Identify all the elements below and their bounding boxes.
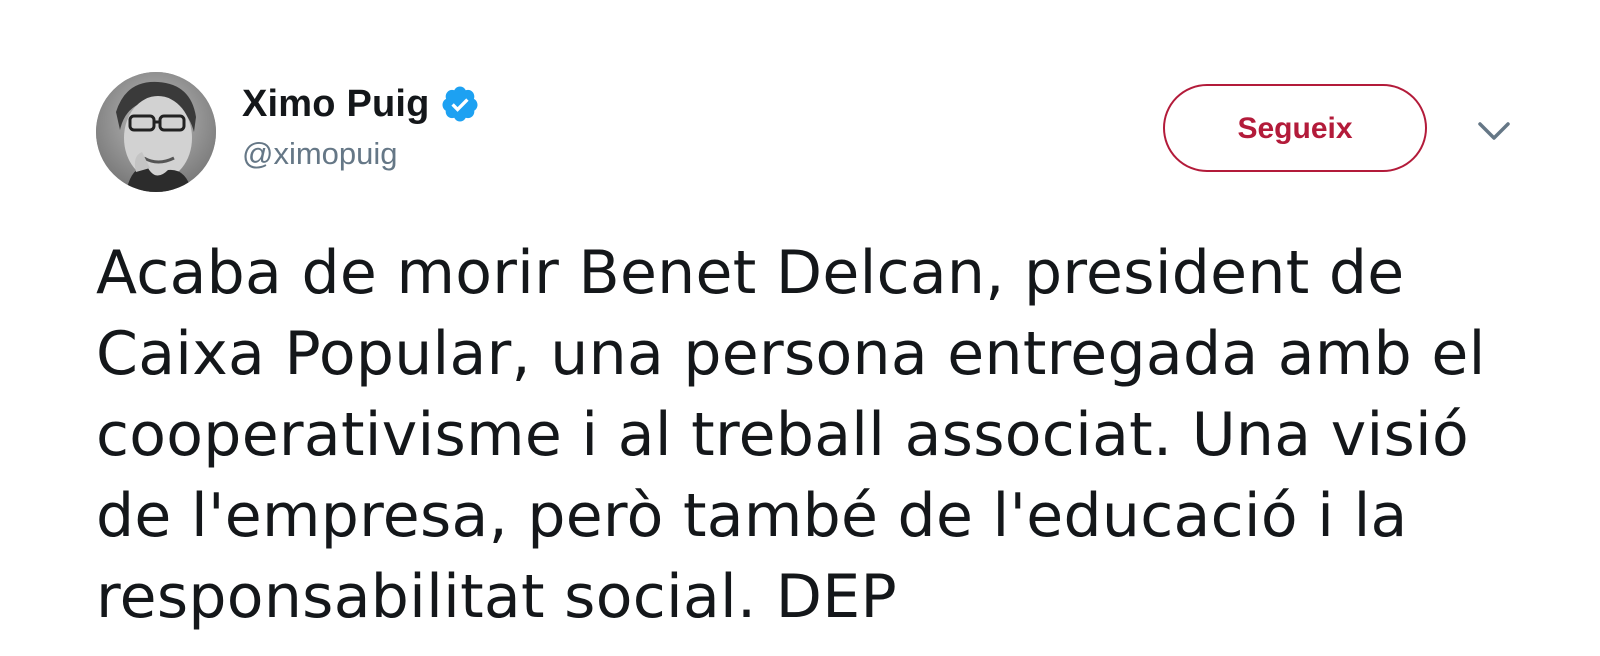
tweet-text: Acaba de morir Benet Delcan, president d… <box>96 233 1556 638</box>
verified-badge-icon <box>440 84 480 124</box>
tweet-text-line: cooperativisme i al treball associat. Un… <box>96 400 1470 470</box>
author-info: Ximo Puig @ximopuig <box>242 78 480 172</box>
tweet-text-line: Caixa Popular, una persona entregada amb… <box>96 319 1486 389</box>
author-handle[interactable]: @ximopuig <box>242 136 480 172</box>
author-display-name[interactable]: Ximo Puig <box>242 83 430 126</box>
tweet-text-line: Acaba de morir Benet Delcan, president d… <box>96 238 1405 308</box>
tweet-text-line: de l'empresa, però també de l'educació i… <box>96 481 1408 551</box>
tweet-card: Ximo Puig @ximopuig Segueix Acaba de mor… <box>0 0 1600 656</box>
avatar[interactable] <box>96 72 216 192</box>
tweet-text-line: responsabilitat social. DEP <box>96 562 897 632</box>
follow-button[interactable]: Segueix <box>1163 84 1427 172</box>
chevron-down-icon[interactable] <box>1474 116 1514 146</box>
author-name-row: Ximo Puig <box>242 78 480 130</box>
